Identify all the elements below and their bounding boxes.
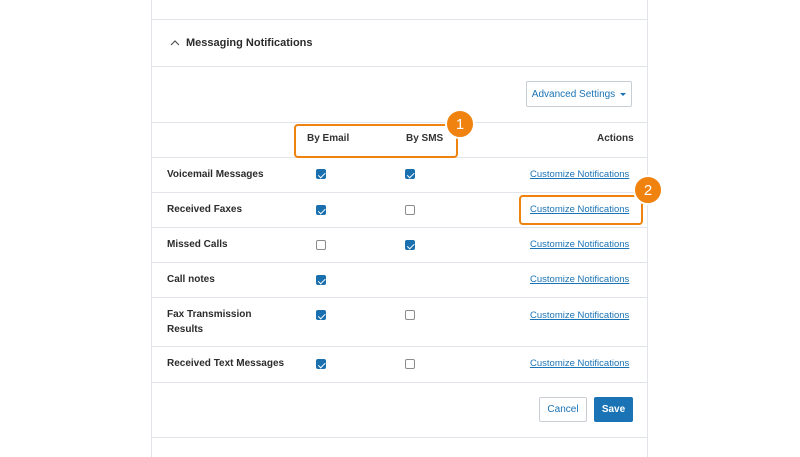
email-checkbox-received-faxes[interactable] <box>316 205 326 215</box>
customize-notifications-link-voicemail-messages[interactable]: Customize Notifications <box>530 169 629 180</box>
divider <box>152 66 647 67</box>
callout-highlight-email-sms-columns <box>294 124 458 158</box>
row-label-voicemail-messages: Voicemail Messages <box>167 169 264 180</box>
column-header-actions: Actions <box>597 133 634 144</box>
email-checkbox-call-notes[interactable] <box>316 275 326 285</box>
email-checkbox-fax-transmission-results[interactable] <box>316 310 326 320</box>
email-checkbox-missed-calls[interactable] <box>316 240 326 250</box>
callout-badge-2: 2 <box>633 175 663 205</box>
email-checkbox-voicemail-messages[interactable] <box>316 169 326 179</box>
customize-notifications-link-missed-calls[interactable]: Customize Notifications <box>530 239 629 250</box>
divider <box>152 437 647 438</box>
divider <box>152 346 647 347</box>
divider <box>152 262 647 263</box>
divider <box>152 192 647 193</box>
row-label-missed-calls: Missed Calls <box>167 239 228 250</box>
sms-checkbox-fax-transmission-results[interactable] <box>405 310 415 320</box>
callout-highlight-customize-link <box>519 195 643 225</box>
cancel-button[interactable]: Cancel <box>539 397 587 422</box>
section-header-messaging-notifications[interactable]: Messaging Notifications <box>152 20 647 66</box>
callout-badge-1: 1 <box>445 109 475 139</box>
sms-checkbox-received-faxes[interactable] <box>405 205 415 215</box>
customize-notifications-link-fax-transmission-results[interactable]: Customize Notifications <box>530 310 629 321</box>
sms-checkbox-missed-calls[interactable] <box>405 240 415 250</box>
divider <box>152 382 647 383</box>
row-label-received-text-messages: Received Text Messages <box>167 358 285 369</box>
caret-down-icon <box>620 92 627 96</box>
sms-checkbox-received-text-messages[interactable] <box>405 359 415 369</box>
email-checkbox-received-text-messages[interactable] <box>316 359 326 369</box>
save-button[interactable]: Save <box>594 397 633 422</box>
advanced-settings-label: Advanced Settings <box>531 88 616 100</box>
row-label-call-notes: Call notes <box>167 274 215 285</box>
row-label-fax-transmission-results: Fax Transmission Results <box>167 309 252 335</box>
advanced-settings-button[interactable]: Advanced Settings <box>526 81 632 107</box>
divider <box>152 122 647 123</box>
divider <box>152 297 647 298</box>
divider <box>152 227 647 228</box>
notifications-panel: Messaging Notifications Advanced Setting… <box>151 0 648 457</box>
customize-notifications-link-call-notes[interactable]: Customize Notifications <box>530 274 629 285</box>
chevron-up-icon[interactable] <box>167 35 183 51</box>
sms-checkbox-voicemail-messages[interactable] <box>405 169 415 179</box>
row-label-received-faxes: Received Faxes <box>167 204 243 215</box>
customize-notifications-link-received-text-messages[interactable]: Customize Notifications <box>530 358 629 369</box>
section-title: Messaging Notifications <box>186 37 313 49</box>
